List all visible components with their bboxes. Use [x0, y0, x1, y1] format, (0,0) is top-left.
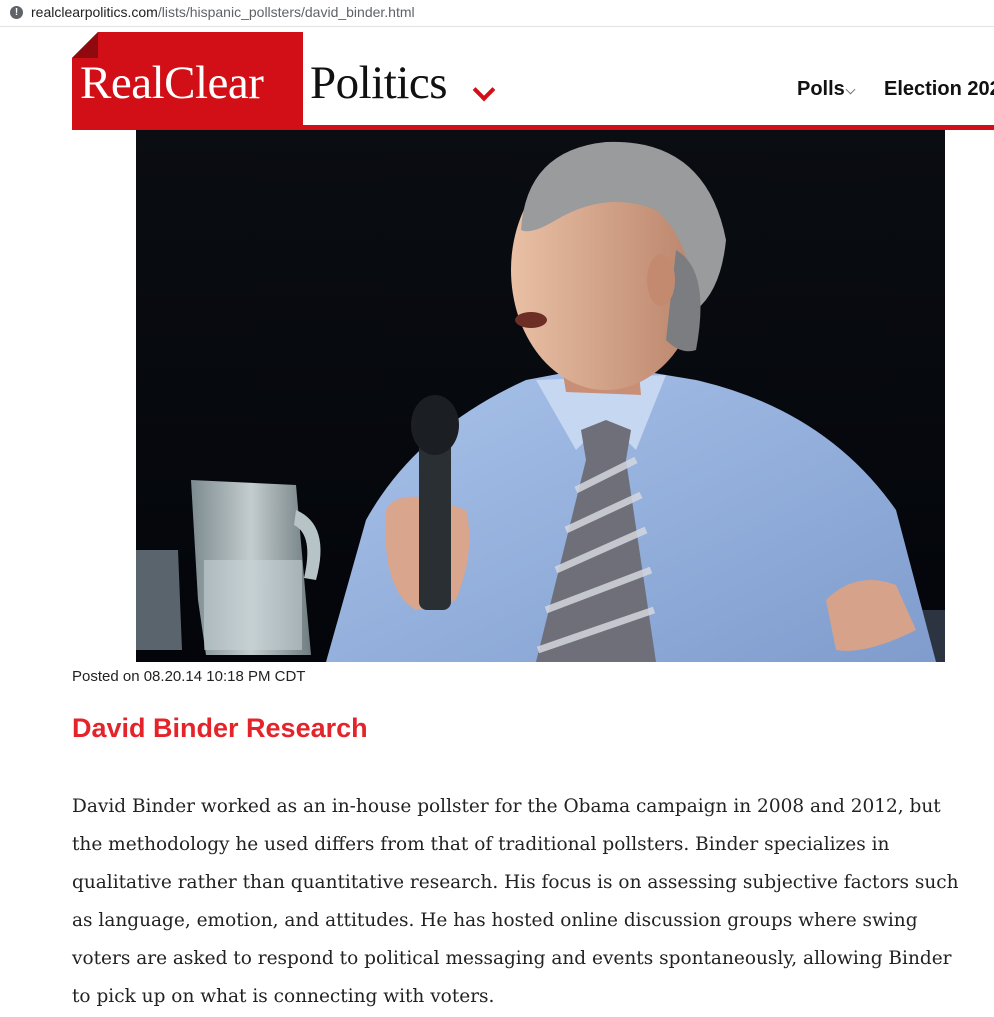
url-path: /lists/hispanic_pollsters/david_binder.h…	[157, 4, 415, 20]
logo-chevron-down-icon[interactable]	[472, 78, 496, 102]
site-info-icon[interactable]: !	[10, 6, 23, 19]
chevron-down-icon[interactable]	[845, 84, 856, 95]
body-line: the methodology he used differs from tha…	[72, 834, 890, 855]
logo-text-realclear[interactable]: RealClear	[80, 56, 264, 110]
article-title: David Binder Research	[72, 713, 368, 743]
logo-text-politics[interactable]: Politics	[310, 56, 448, 110]
body-line: David Binder worked as an in-house polls…	[72, 796, 941, 817]
posted-timestamp: Posted on 08.20.14 10:18 PM CDT	[72, 668, 306, 685]
body-line: voters are asked to respond to political…	[72, 948, 952, 969]
nav-item-election[interactable]: Election 202	[884, 78, 994, 101]
photo-illustration	[136, 130, 945, 662]
body-line: qualitative rather than quantitative res…	[72, 872, 959, 893]
body-line: to pick up on what is connecting with vo…	[72, 986, 495, 1007]
url-text[interactable]: realclearpolitics.com/lists/hispanic_pol…	[31, 4, 415, 20]
nav-item-polls[interactable]: Polls	[797, 78, 845, 101]
logo-corner-shadow	[72, 32, 98, 58]
body-line: as language, emotion, and attitudes. He …	[72, 910, 918, 931]
url-host: realclearpolitics.com	[31, 4, 158, 20]
browser-url-bar[interactable]: ! realclearpolitics.com/lists/hispanic_p…	[0, 0, 994, 27]
article-photo	[136, 130, 945, 662]
article-body: David Binder worked as an in-house polls…	[72, 788, 982, 1016]
